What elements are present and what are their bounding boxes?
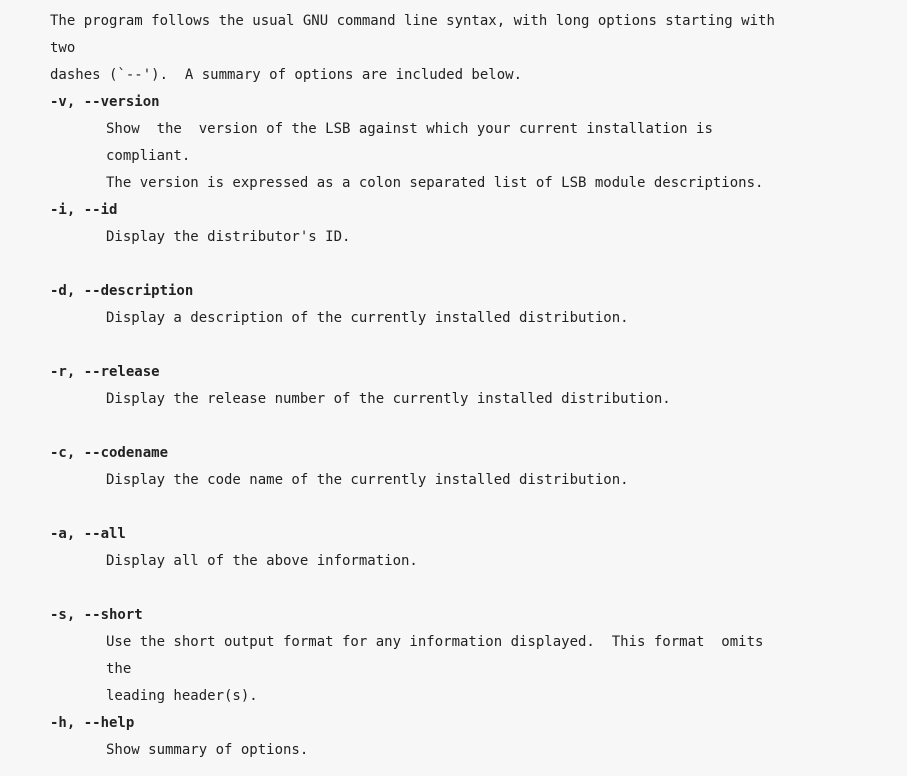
option-description: Display the release number of the curren… bbox=[106, 391, 671, 407]
option-description: Show summary of options. bbox=[106, 742, 309, 758]
option-release: -r, --release Display the release number… bbox=[50, 359, 786, 413]
option-version: -v, --version Show the version of the LS… bbox=[50, 89, 786, 197]
option-description: Display the code name of the currently i… bbox=[106, 472, 629, 488]
option-description: Use the short output format for any info… bbox=[106, 634, 764, 704]
intro-paragraph: The program follows the usual GNU comman… bbox=[50, 13, 775, 83]
option-flag: -r, --release bbox=[50, 364, 160, 380]
option-flag: -i, --id bbox=[50, 202, 118, 218]
option-description-flag: -d, --description Display a description … bbox=[50, 278, 786, 332]
man-page-options-section: The program follows the usual GNU comman… bbox=[0, 0, 907, 776]
option-flag: -a, --all bbox=[50, 526, 126, 542]
option-help: -h, --help Show summary of options. bbox=[50, 710, 786, 764]
option-flag: -h, --help bbox=[50, 715, 135, 731]
option-flag: -s, --short bbox=[50, 607, 143, 623]
option-id: -i, --id Display the distributor's ID. bbox=[50, 197, 786, 251]
option-flag: -v, --version bbox=[50, 94, 160, 110]
option-flag: -c, --codename bbox=[50, 445, 169, 461]
option-description: Display the distributor's ID. bbox=[106, 229, 351, 245]
option-all: -a, --all Display all of the above infor… bbox=[50, 521, 786, 575]
option-description: Display a description of the currently i… bbox=[106, 310, 629, 326]
option-codename: -c, --codename Display the code name of … bbox=[50, 440, 786, 494]
option-flag: -d, --description bbox=[50, 283, 194, 299]
option-short: -s, --short Use the short output format … bbox=[50, 602, 786, 710]
option-description: Show the version of the LSB against whic… bbox=[106, 121, 764, 191]
option-description: Display all of the above information. bbox=[106, 553, 418, 569]
